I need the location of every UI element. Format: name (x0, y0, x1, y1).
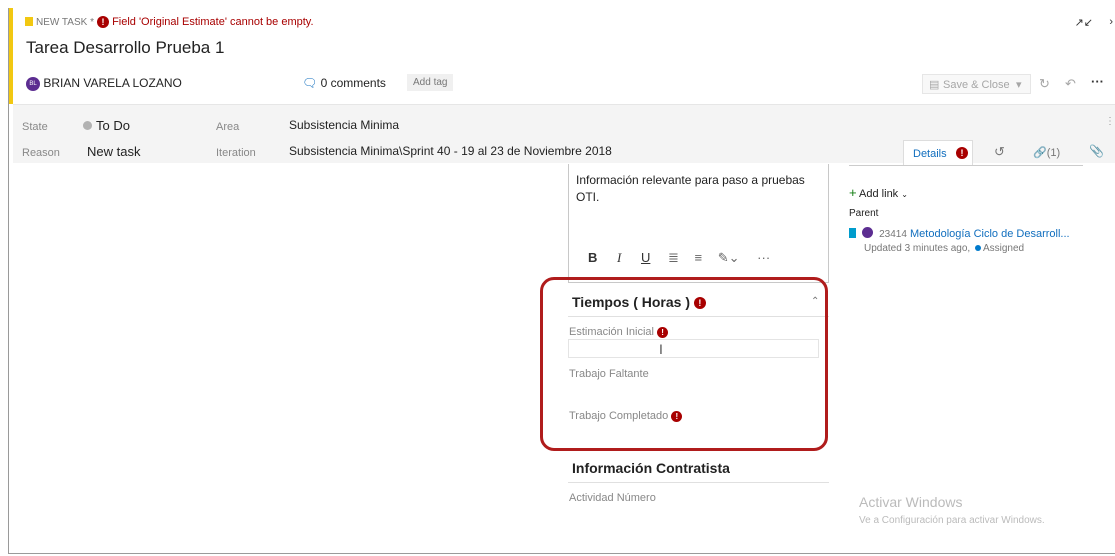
work-item-title[interactable]: Tarea Desarrollo Prueba 1 (26, 38, 224, 58)
details-error-icon: ! (956, 147, 968, 159)
area-field[interactable]: Subsistencia Minima (289, 118, 399, 132)
next-icon[interactable]: › (1109, 16, 1113, 28)
save-close-label: Save & Close (943, 79, 1010, 91)
description-text[interactable]: Información relevante para paso a prueba… (576, 172, 823, 206)
activate-windows-title: Activar Windows (859, 494, 963, 510)
comments-count: 0 comments (320, 76, 386, 90)
state-label: State (22, 121, 48, 133)
refresh-icon[interactable]: ↻ (1039, 76, 1050, 92)
contratista-section-title: Información Contratista (572, 460, 730, 476)
bold-button[interactable]: B (588, 250, 597, 265)
error-message: Field 'Original Estimate' cannot be empt… (112, 16, 314, 28)
links-count: (1) (1046, 147, 1061, 159)
underline-button[interactable]: U (641, 250, 650, 265)
comment-icon: 🗨 (302, 76, 318, 90)
parent-meta: Updated 3 minutes ago, Assigned (864, 243, 1024, 254)
add-link-label: Add link (859, 188, 899, 200)
parent-title: Metodología Ciclo de Desarroll... (910, 228, 1070, 240)
activate-windows-subtitle: Ve a Configuración para activar Windows. (859, 515, 1045, 526)
error-banner: ! Field 'Original Estimate' cannot be em… (97, 16, 314, 29)
reason-field[interactable]: New task (87, 144, 140, 159)
assignee-name: BRIAN VARELA LOZANO (43, 76, 182, 90)
bullet-list-icon[interactable]: ≣ (668, 250, 679, 265)
parent-id: 23414 (879, 229, 907, 240)
tab-details[interactable]: Details ! (903, 140, 973, 165)
parent-avatar (862, 227, 874, 238)
highlight-annotation (540, 277, 828, 451)
iteration-label: Iteration (216, 147, 256, 159)
save-icon: ▤ (929, 79, 940, 91)
dirty-asterisk: * (87, 17, 94, 28)
chevron-down-icon: ⌄ (901, 190, 908, 199)
parent-link[interactable]: 23414 Metodología Ciclo de Desarroll... (849, 227, 1070, 240)
task-icon (25, 17, 33, 26)
state-value: To Do (96, 118, 130, 133)
undo-icon[interactable]: ↶ (1065, 76, 1076, 92)
add-link-button[interactable]: + Add link ⌄ (849, 185, 908, 200)
tab-details-label: Details (913, 148, 947, 160)
related-divider (849, 165, 1083, 166)
collapse-icon[interactable]: ↗↙ (1075, 16, 1093, 29)
state-field[interactable]: To Do (83, 118, 130, 133)
actividad-numero-label: Actividad Número (569, 492, 656, 504)
assigned-dot-icon (974, 245, 981, 251)
plus-icon: + (849, 185, 857, 200)
new-task-label: NEW TASK (36, 17, 88, 28)
reason-label: Reason (22, 147, 60, 159)
work-item-form: NEW TASK * ! Field 'Original Estimate' c… (8, 8, 1115, 554)
parent-updated: Updated 3 minutes ago, (864, 243, 971, 254)
tab-attachments[interactable]: 📎 (1089, 144, 1104, 158)
link-icon: 🔗 (1033, 147, 1047, 159)
attachment-icon: 📎 (1089, 144, 1104, 158)
highlight-icon[interactable]: ✎⌄ (718, 250, 740, 265)
fields-more-icon[interactable]: ⋮ (1105, 116, 1115, 127)
error-icon: ! (97, 16, 109, 29)
contratista-divider (568, 482, 829, 483)
parent-state: Assigned (982, 243, 1025, 254)
work-item-type-label: NEW TASK * (25, 17, 94, 28)
add-tag-button[interactable]: Add tag (407, 74, 454, 91)
more-actions-icon[interactable]: ··· (1091, 74, 1104, 89)
more-format-icon[interactable]: ··· (757, 250, 770, 265)
assignee[interactable]: BL BRIAN VARELA LOZANO (26, 76, 182, 91)
epic-icon (849, 228, 856, 238)
state-dot-icon (83, 121, 92, 130)
parent-label: Parent (849, 208, 879, 219)
italic-button[interactable]: I (617, 250, 621, 265)
numbered-list-icon[interactable]: ≡ (695, 250, 703, 265)
save-close-button[interactable]: ▤ Save & Close ▾ (922, 74, 1031, 94)
area-label: Area (216, 121, 240, 133)
tab-history[interactable]: ↺ (994, 144, 1005, 160)
comments-link[interactable]: 🗨 0 comments (302, 76, 386, 90)
work-item-type-bar (9, 8, 13, 104)
avatar: BL (26, 76, 40, 91)
tab-links[interactable]: 🔗(1) (1033, 146, 1060, 159)
iteration-field[interactable]: Subsistencia Minima\Sprint 40 - 19 al 23… (289, 144, 612, 158)
history-icon: ↺ (994, 144, 1005, 159)
chevron-down-icon: ▾ (1016, 79, 1022, 91)
formatting-toolbar: B I U ≣ ≡ ✎⌄ ··· (588, 250, 770, 266)
